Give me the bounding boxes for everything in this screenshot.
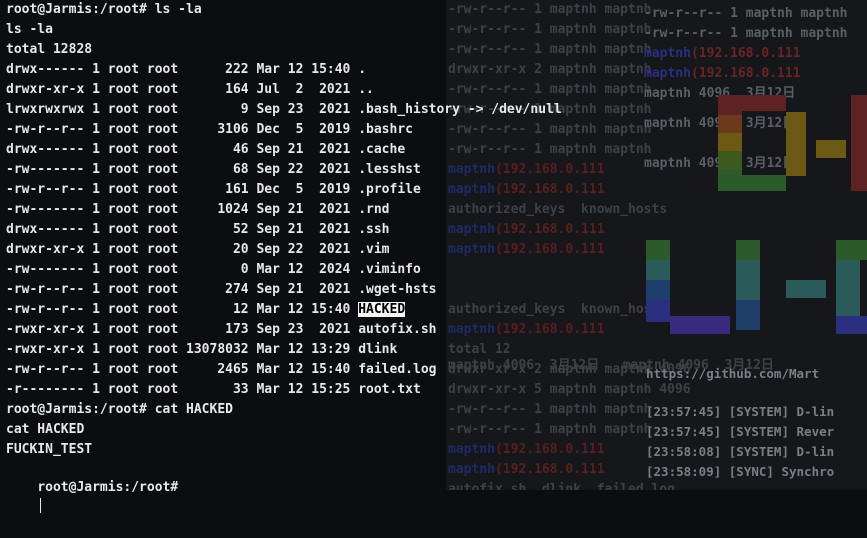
- background-line: maptnh(192.168.0.111: [448, 462, 605, 477]
- background-line: -rw-r--r-- 1 maptnh maptnh: [448, 422, 652, 437]
- log-line: [23:57:45] [SYSTEM] Rever: [646, 424, 835, 439]
- terminal-line: total 12828: [6, 42, 93, 57]
- terminal-line: -rwxr-xr-x 1 root root 173 Sep 23 2021 a…: [6, 322, 437, 337]
- terminal-line: -rw------- 1 root root 0 Mar 12 2024 .vi…: [6, 262, 421, 277]
- foreground-terminal[interactable]: root@Jarmis:/root# ls -la ls -la total 128…: [0, 0, 562, 513]
- terminal-line: drwxr-xr-x 1 root root 164 Jul 2 2021 ..: [6, 82, 374, 97]
- background-line: autofix.sh dlink failed.log: [448, 482, 675, 490]
- highlighted-filename: HACKED: [358, 302, 406, 317]
- terminal-line: ls -la: [6, 22, 53, 37]
- terminal-line: drwxr-xr-x 1 root root 20 Sep 22 2021 .v…: [6, 242, 390, 257]
- terminal-line: FUCKIN_TEST: [6, 442, 93, 457]
- terminal-line: -rw-r--r-- 1 root root 161 Dec 5 2019 .p…: [6, 182, 421, 197]
- background-line: maptnh(192.168.0.111: [448, 442, 605, 457]
- log-line: [23:58:08] [SYSTEM] D-lin: [646, 444, 835, 459]
- terminal-line: drwx------ 1 root root 52 Sep 21 2021 .s…: [6, 222, 390, 237]
- terminal-line: drwx------ 1 root root 46 Sep 21 2021 .c…: [6, 142, 406, 157]
- terminal-line: -r-------- 1 root root 33 Mar 12 15:25 r…: [6, 382, 421, 397]
- terminal-line: lrwxrwxrwx 1 root root 9 Sep 23 2021 .ba…: [6, 102, 562, 117]
- log-line: [23:58:09] [SYNC] Synchro: [646, 464, 835, 479]
- prompt: root@Jarmis:/root#: [37, 480, 179, 495]
- terminal-line: -rw------- 1 root root 68 Sep 22 2021 .l…: [6, 162, 421, 177]
- terminal-line: -rw-r--r-- 1 root root 3106 Dec 5 2019 .…: [6, 122, 413, 137]
- terminal-line: -rwxr-xr-x 1 root root 13078032 Mar 12 1…: [6, 342, 398, 357]
- github-url: https://github.com/Mart: [646, 366, 820, 381]
- terminal-line: -rw-r--r-- 1 root root 274 Sep 21 2021 .…: [6, 282, 437, 297]
- terminal-line: -rw-r--r-- 1 root root 2465 Mar 12 15:40…: [6, 362, 437, 377]
- terminal-line: -rw-r--r-- 1 root root 12 Mar 12 15:40 H…: [6, 302, 406, 317]
- terminal-line: cat HACKED: [6, 422, 85, 437]
- background-line: -rw-r--r-- 1 maptnh maptnh: [448, 402, 652, 417]
- terminal-line: root@Jarmis:/root# ls -la: [6, 2, 202, 17]
- background-line: drwxr-xr-x 5 maptnh maptnh 4096: [448, 382, 691, 397]
- terminal-line: root@Jarmis:/root# cat HACKED: [6, 402, 233, 417]
- ascii-art-logo: [446, 0, 867, 380]
- log-line: [23:57:45] [SYSTEM] D-lin: [646, 404, 835, 419]
- terminal-line: -rw------- 1 root root 1024 Sep 21 2021 …: [6, 202, 390, 217]
- prompt-line[interactable]: root@Jarmis:/root#: [6, 458, 178, 538]
- text-cursor: [40, 498, 42, 513]
- terminal-line: drwx------ 1 root root 222 Mar 12 15:40 …: [6, 62, 367, 77]
- background-terminal[interactable]: -rw-r--r-- 1 maptnh maptnh -rw-r--r-- 1 m…: [446, 0, 867, 490]
